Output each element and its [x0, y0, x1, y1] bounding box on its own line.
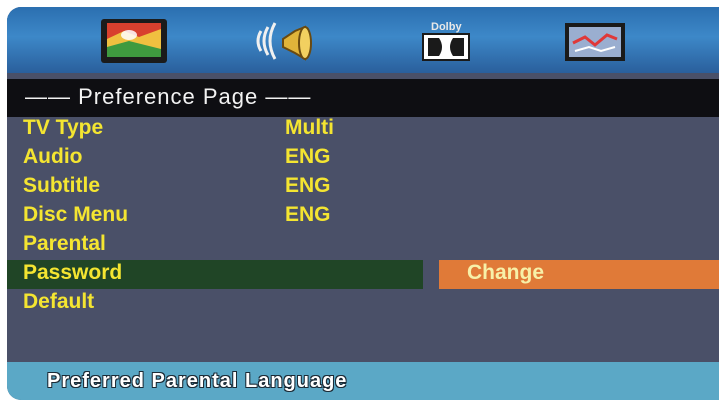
menu-item-label: Parental — [23, 232, 106, 255]
menu-item-label: Default — [23, 290, 95, 313]
page-title-bar: —— Preference Page —— — [7, 79, 719, 117]
dolby-label: Dolby — [431, 21, 462, 33]
menu-item-label: Audio — [23, 145, 83, 168]
menu-item-default[interactable]: Default — [7, 289, 719, 318]
submenu-option-label: Change — [467, 261, 545, 284]
page-title: —— Preference Page —— — [25, 84, 312, 109]
osd-window: Dolby —— Preference Page —— TV Type Mult… — [7, 7, 719, 400]
submenu-option-change[interactable]: Change — [439, 260, 719, 289]
menu-item-label: Password — [23, 261, 123, 284]
preference-settings-icon[interactable] — [561, 17, 631, 65]
tab-bar: Dolby — [7, 7, 719, 73]
tv-picture-icon[interactable] — [99, 17, 169, 65]
menu-item-label: Disc Menu — [23, 203, 129, 226]
dolby-icon[interactable]: Dolby — [415, 17, 485, 65]
status-bar: Preferred Parental Language — [7, 362, 719, 400]
menu-item-value: ENG — [285, 174, 331, 197]
speaker-audio-icon[interactable] — [253, 17, 323, 65]
menu-item-label: Subtitle — [23, 174, 100, 197]
menu-item-audio[interactable]: Audio ENG — [7, 144, 719, 173]
status-text: Preferred Parental Language — [47, 370, 348, 392]
menu-item-value: ENG — [285, 145, 331, 168]
menu-item-subtitle[interactable]: Subtitle ENG — [7, 173, 719, 202]
menu-item-value: Multi — [285, 116, 334, 139]
menu-item-tv-type[interactable]: TV Type Multi — [7, 115, 719, 144]
menu-item-parental[interactable]: Parental — [7, 231, 719, 260]
menu-item-label: TV Type — [23, 116, 104, 139]
menu-item-value: ENG — [285, 203, 331, 226]
menu-item-disc-menu[interactable]: Disc Menu ENG — [7, 202, 719, 231]
